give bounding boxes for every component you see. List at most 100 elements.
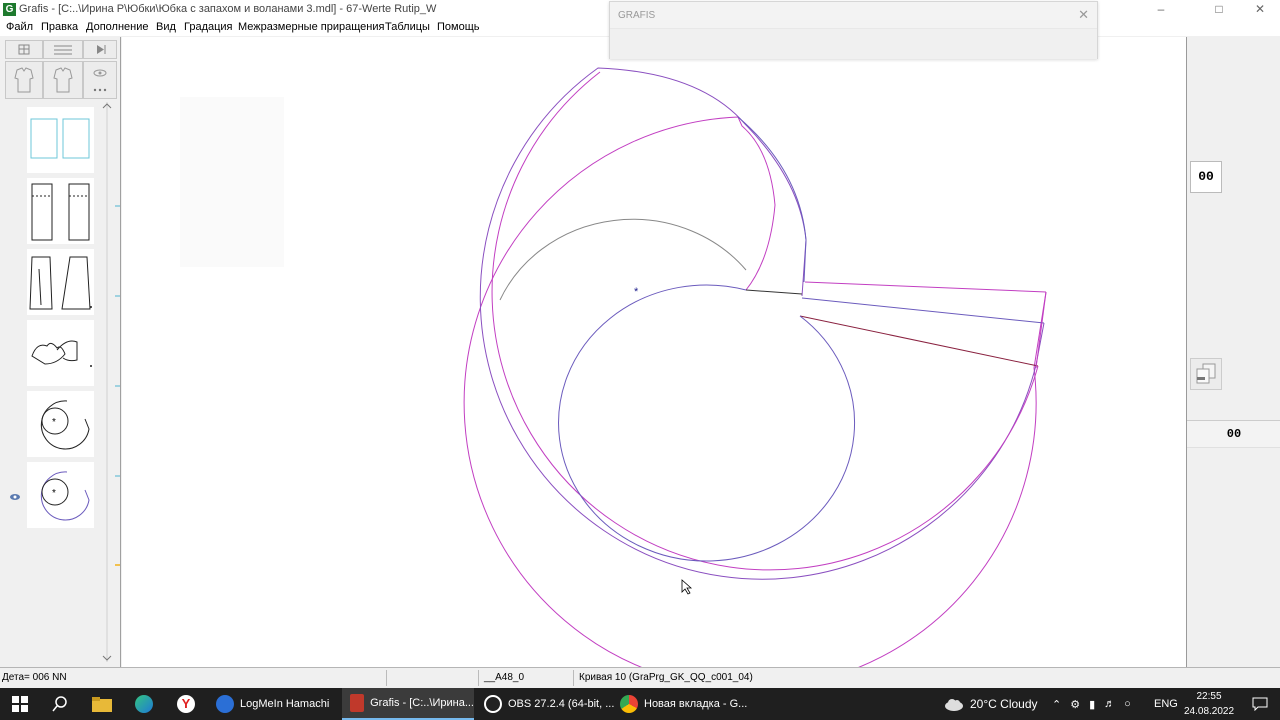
eye-icon[interactable]: [9, 493, 21, 501]
clock-time: 22:55: [1196, 691, 1222, 702]
obs-icon: [484, 695, 502, 713]
clock-date: 24.08.2022: [1184, 706, 1235, 717]
detail-thumbnail-5[interactable]: *: [27, 391, 94, 457]
minimize-button[interactable]: –: [1138, 0, 1184, 19]
volume-icon[interactable]: ♬: [1104, 698, 1115, 710]
grafis-icon: [350, 694, 365, 712]
menu-file[interactable]: Файл: [6, 21, 33, 33]
taskbar-label: Новая вкладка - G...: [644, 698, 748, 710]
detail-thumbnail-3[interactable]: [27, 249, 94, 315]
chevron-up-icon[interactable]: ⌃: [1052, 698, 1061, 711]
taskbar-grafis[interactable]: Grafis - [C:..\Ирина...: [342, 688, 474, 720]
svg-text:*: *: [52, 488, 56, 499]
clock[interactable]: 22:55 24.08.2022: [1184, 689, 1234, 719]
windows-logo-icon: [12, 696, 28, 712]
toolbar-grid-button[interactable]: [5, 40, 43, 59]
ruler-tick: [115, 564, 120, 566]
notification-icon: [1252, 697, 1268, 711]
grid-icon: [18, 44, 30, 55]
taskbar-label: LogMeIn Hamachi: [240, 698, 330, 710]
menu-edit[interactable]: Правка: [41, 21, 78, 33]
center-marker: *: [634, 286, 639, 298]
toolbar-garment-front-button[interactable]: [5, 61, 43, 99]
mouse-cursor: [681, 579, 693, 595]
value-display-top[interactable]: 00: [1190, 161, 1222, 193]
drawing-canvas[interactable]: *: [122, 37, 1186, 667]
toolbar-garment-back-button[interactable]: [43, 61, 83, 99]
hem-curve-middle: [479, 67, 1045, 580]
weather-widget[interactable]: 20°C Cloudy: [944, 688, 1044, 720]
taskbar-explorer[interactable]: [82, 688, 122, 720]
toolbar-next-button[interactable]: [83, 40, 117, 59]
ruler-tick: [115, 295, 120, 297]
windows-taskbar: Y LogMeIn Hamachi Grafis - [C:..\Ирина..…: [0, 688, 1280, 720]
ruler-tick: [115, 385, 120, 387]
maximize-button[interactable]: □: [1196, 0, 1242, 19]
svg-text:*: *: [52, 417, 56, 428]
menu-increments[interactable]: Межразмерные приращения: [238, 21, 384, 33]
close-window-button[interactable]: ✕: [1240, 0, 1280, 19]
eye-dots-icon: [93, 69, 107, 92]
taskbar-yandex[interactable]: Y: [166, 688, 206, 720]
status-detail: Дета= 006 NN: [2, 672, 67, 683]
pattern-drawing: *: [463, 67, 1047, 667]
seam-line-top: [804, 281, 1047, 293]
garment-front-icon: [14, 67, 34, 93]
menu-grading[interactable]: Градация: [184, 21, 233, 33]
detail-thumbnail-4[interactable]: [27, 320, 94, 386]
dialog-close-icon[interactable]: ✕: [1078, 7, 1089, 23]
waist-cut-line: [745, 289, 803, 295]
ruler-tick: [115, 205, 120, 207]
dialog-body: [610, 28, 1097, 59]
notifications-button[interactable]: [1240, 688, 1280, 720]
edge-icon: [135, 695, 153, 713]
chrome-icon: [620, 695, 638, 713]
list-icon: [54, 45, 72, 55]
toolbar-view-options-button[interactable]: [83, 61, 117, 99]
value-display-bottom[interactable]: 00: [1187, 420, 1280, 448]
wifi-icon[interactable]: ○: [1124, 698, 1131, 710]
toolbar-list-button[interactable]: [43, 40, 83, 59]
menu-help[interactable]: Помощь: [437, 21, 480, 33]
network-icon[interactable]: ⚙: [1070, 698, 1080, 711]
waist-circle-grey: [499, 218, 747, 301]
menu-view[interactable]: Вид: [156, 21, 176, 33]
detail-thumbnail-6-selected[interactable]: *: [27, 462, 94, 528]
hamachi-icon: [216, 695, 234, 713]
language-indicator[interactable]: ENG: [1154, 688, 1182, 720]
weather-text: 20°C Cloudy: [970, 697, 1038, 711]
taskbar-chrome[interactable]: Новая вкладка - G...: [614, 688, 750, 720]
grafis-dialog: GRAFIS ✕: [609, 1, 1098, 59]
start-button[interactable]: [0, 688, 40, 720]
cloud-icon: [945, 699, 963, 711]
taskbar-hamachi[interactable]: LogMeIn Hamachi: [210, 688, 344, 720]
status-bar: Дета= 006 NN __A48_0 Кривая 10 (GraPrg_G…: [0, 667, 1280, 689]
tool-button-layers[interactable]: [1190, 358, 1222, 390]
window-title: Grafis - [C:..\Ирина Р\Юбки\Юбка с запах…: [19, 3, 437, 15]
menu-tables[interactable]: Таблицы: [385, 21, 430, 33]
waist-circle: [558, 284, 856, 562]
taskbar-obs[interactable]: OBS 27.2.4 (64-bit, ...: [478, 688, 616, 720]
yandex-icon: Y: [177, 695, 195, 713]
search-icon: [52, 696, 67, 712]
detail-thumbnail-1[interactable]: [27, 107, 94, 173]
folder-icon: [92, 697, 112, 712]
search-button[interactable]: [40, 688, 80, 720]
status-curve: Кривая 10 (GraPrg_GK_QQ_c001_04): [579, 672, 753, 683]
ruler-tick: [115, 475, 120, 477]
grafis-app-icon: G: [3, 3, 16, 16]
detail-thumbnail-2[interactable]: [27, 178, 94, 244]
hem-curve-outer: [463, 116, 1047, 667]
side-right-line: [1035, 291, 1047, 369]
seam-line-bottom: [799, 315, 1039, 367]
detail-panel: * *: [0, 37, 121, 667]
detail-scrollbar[interactable]: [102, 102, 113, 662]
layers-icon: [1196, 363, 1216, 384]
dialog-title: GRAFIS: [618, 10, 656, 21]
seam-line-middle: [801, 297, 1045, 324]
taskbar-edge[interactable]: [124, 688, 164, 720]
menu-addon[interactable]: Дополнение: [86, 21, 148, 33]
system-tray[interactable]: ⌃ ⚙ ▮ ♬ ○: [1052, 688, 1152, 720]
taskbar-label: OBS 27.2.4 (64-bit, ...: [508, 698, 615, 710]
battery-icon[interactable]: ▮: [1089, 698, 1095, 711]
